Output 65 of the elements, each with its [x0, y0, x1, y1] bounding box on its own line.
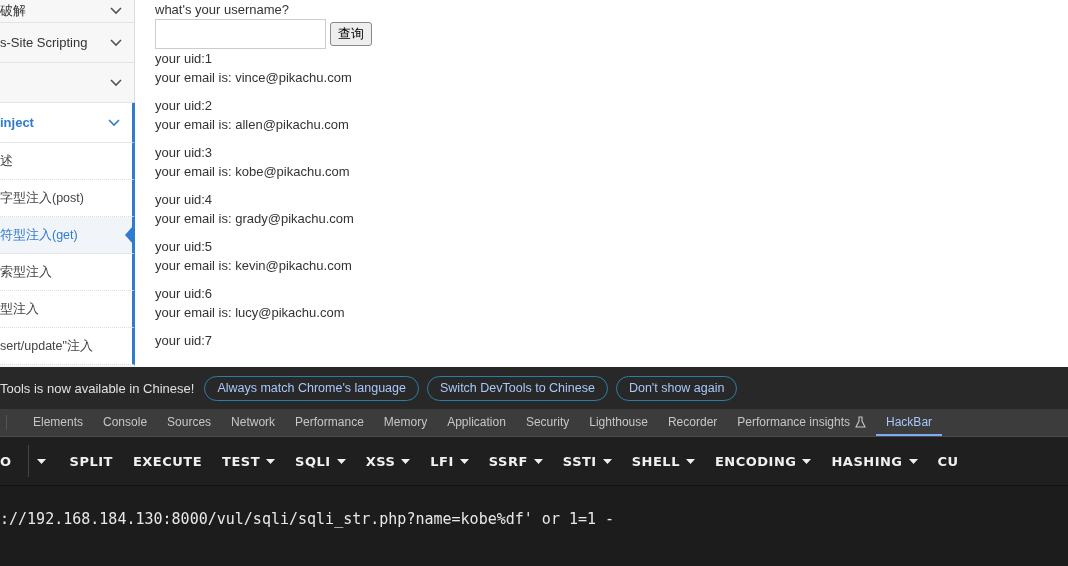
caret-icon [802, 458, 812, 464]
hackbar-button[interactable]: CU [927, 445, 969, 477]
query-button[interactable]: 查询 [330, 22, 372, 46]
hackbar-button[interactable]: SSRF [478, 445, 553, 477]
caret-icon [908, 458, 918, 464]
sidebar-item[interactable]: 索型注入 [0, 254, 135, 291]
prompt-text: what's your username? [155, 2, 290, 17]
email-text: your email is: grady@pikachu.com [155, 210, 355, 228]
devtools-tab[interactable]: Performance insights [727, 409, 877, 436]
sidebar-item[interactable]: 型注入 [0, 291, 135, 328]
caret-icon [36, 458, 46, 464]
email-text: your email is: kobe@pikachu.com [155, 163, 351, 181]
caret-icon [401, 458, 411, 464]
sidebar-section[interactable]: s-Site Scripting [0, 23, 134, 63]
hackbar-button[interactable]: LFI [420, 445, 479, 477]
devtools-tab[interactable]: Recorder [657, 409, 728, 436]
caret-icon [459, 458, 469, 464]
hackbar-button[interactable]: TEST [212, 445, 286, 477]
uid-text: your uid:7 [155, 332, 214, 350]
hackbar-button[interactable]: XSS [355, 445, 421, 477]
notice-text: Tools is now available in Chinese! [0, 380, 195, 396]
uid-text: your uid:1 [155, 50, 214, 68]
caret-icon [685, 458, 695, 464]
devtools-tab[interactable]: Lighthouse [579, 409, 658, 436]
caret-icon [336, 458, 346, 464]
devtools-tab[interactable]: Console [93, 409, 158, 436]
hackbar-button[interactable]: SQLI [285, 445, 356, 477]
devtools-tab[interactable]: Sources [157, 409, 222, 436]
sidebar-section[interactable]: inject [0, 103, 135, 143]
sidebar-item[interactable]: 字型注入(post) [0, 180, 135, 217]
email-text: your email is: vince@pikachu.com [155, 69, 353, 87]
hackbar-button[interactable]: SHELL [621, 445, 705, 477]
hackbar-button[interactable]: O [0, 445, 22, 477]
hackbar-button[interactable]: EXECUTE [122, 445, 213, 477]
uid-text: your uid:5 [155, 238, 214, 256]
sidebar-section[interactable]: 破解 [0, 0, 134, 23]
devtools-tab[interactable]: Network [221, 409, 286, 436]
uid-text: your uid:3 [155, 144, 214, 162]
devtools-tab[interactable]: Memory [373, 409, 438, 436]
uid-text: your uid:2 [155, 97, 214, 115]
chevron-down-icon [108, 118, 120, 127]
email-text: your email is: lucy@pikachu.com [155, 304, 346, 322]
username-input[interactable] [155, 19, 326, 49]
sidebar-item[interactable]: 符型注入(get) [0, 217, 135, 254]
caret-icon [602, 458, 612, 464]
email-text: your email is: kevin@pikachu.com [155, 257, 353, 275]
devtools-tab[interactable]: Application [437, 409, 516, 436]
hackbar-button[interactable]: HASHING [821, 445, 928, 477]
hackbar-button[interactable]: SPLIT [59, 445, 123, 477]
chevron-down-icon [110, 7, 122, 15]
devtools-tab[interactable]: Elements [23, 409, 94, 436]
sidebar-item[interactable]: sert/update"注入 [0, 328, 135, 365]
hackbar-button[interactable]: SSTI [552, 445, 622, 477]
chevron-down-icon [110, 38, 122, 47]
caret-icon [266, 458, 276, 464]
chevron-down-icon [110, 78, 122, 87]
caret-icon [533, 458, 543, 464]
uid-text: your uid:4 [155, 191, 214, 209]
email-text: your email is: allen@pikachu.com [155, 116, 350, 134]
hackbar-button[interactable]: ENCODING [704, 445, 822, 477]
devtools-tab[interactable]: Security [515, 409, 580, 436]
devtools-tab[interactable]: Performance [285, 409, 374, 436]
uid-text: your uid:6 [155, 285, 214, 303]
url-text[interactable]: ://192.168.184.130:8000/vul/sqli/sqli_str.php?name=kobe%df' or 1=1 - [0, 510, 615, 528]
sidebar-item[interactable]: 述 [0, 143, 135, 180]
